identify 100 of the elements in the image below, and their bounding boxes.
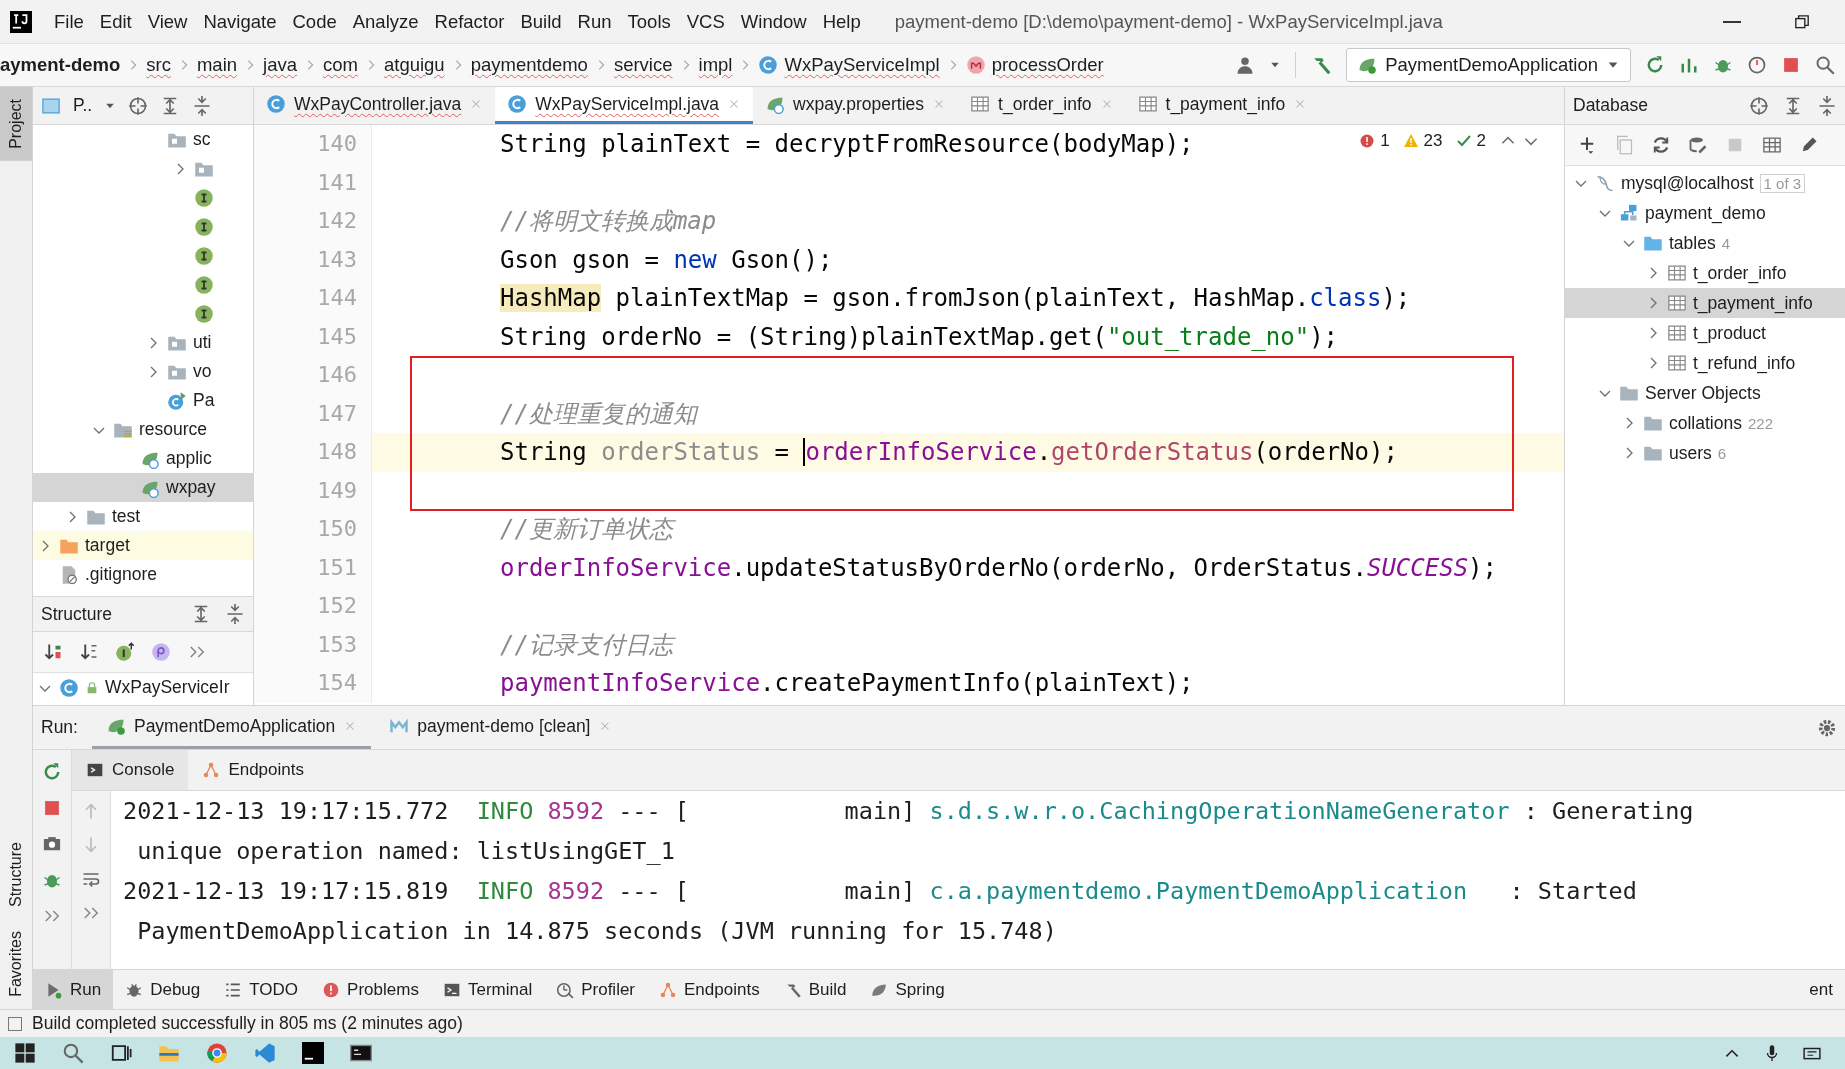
tree-item[interactable]: Server Objects xyxy=(1565,378,1845,408)
tree-item[interactable]: payment_demo xyxy=(1565,198,1845,228)
run-configuration-dropdown[interactable]: PaymentDemoApplication xyxy=(1346,48,1631,82)
collapse-all-icon[interactable] xyxy=(225,604,245,624)
tool-tab[interactable]: Profiler xyxy=(544,970,648,1009)
search-icon[interactable] xyxy=(62,1042,84,1064)
inherited-icon[interactable] xyxy=(115,642,135,662)
editor-tab[interactable]: t_payment_info xyxy=(1125,87,1320,124)
editor-tab[interactable]: t_order_info xyxy=(958,87,1126,124)
menu-item[interactable]: Navigate xyxy=(195,10,285,33)
table-icon[interactable] xyxy=(1762,135,1782,155)
menu-item[interactable]: Analyze xyxy=(344,10,427,33)
tool-tab[interactable]: TODO xyxy=(212,970,311,1009)
breadcrumb[interactable]: processOrder xyxy=(965,54,1104,76)
console-tab[interactable]: Endpoints xyxy=(188,750,318,790)
property-icon[interactable] xyxy=(151,642,171,662)
collapse-all-icon[interactable] xyxy=(192,95,213,116)
tool-tab[interactable]: Endpoints xyxy=(647,970,772,1009)
menu-item[interactable]: Tools xyxy=(619,10,679,33)
breadcrumb[interactable]: service xyxy=(613,54,673,76)
breadcrumb[interactable]: atguigu xyxy=(383,54,445,76)
item-count: 4 xyxy=(1721,234,1731,252)
app-logo-icon[interactable] xyxy=(302,1042,324,1064)
tool-tab[interactable]: Spring xyxy=(858,970,957,1009)
rerun-icon[interactable] xyxy=(1645,55,1665,75)
menu-item[interactable]: Help xyxy=(814,10,869,33)
tool-tab[interactable]: ent xyxy=(1797,970,1845,1009)
sort-alpha-icon[interactable] xyxy=(79,642,99,662)
tool-tab[interactable]: Problems xyxy=(310,970,431,1009)
breadcrumb[interactable]: main xyxy=(196,54,238,76)
tree-item[interactable]: uti xyxy=(33,328,253,357)
menu-item[interactable]: Refactor xyxy=(426,10,513,33)
tree-item[interactable]: t_refund_info xyxy=(1565,348,1845,378)
refresh-icon[interactable] xyxy=(1651,135,1671,155)
sort-icon[interactable] xyxy=(43,642,63,662)
rerun-icon[interactable] xyxy=(42,762,62,782)
tree-item[interactable]: vo xyxy=(33,357,253,386)
process-tab[interactable]: payment-demo [clean] xyxy=(375,706,627,749)
tree-item[interactable]: applic xyxy=(33,444,253,473)
tree-item[interactable]: users 6 xyxy=(1565,438,1845,468)
windows-start-icon[interactable] xyxy=(14,1042,36,1064)
breadcrumb[interactable]: java xyxy=(263,54,297,76)
tree-item[interactable]: Pa xyxy=(33,386,253,415)
menu-item[interactable]: Edit xyxy=(91,10,140,33)
task-view-icon[interactable] xyxy=(110,1042,132,1064)
database-settings-icon[interactable] xyxy=(1688,135,1708,155)
code-editor-icon[interactable] xyxy=(254,1042,276,1064)
tool-tab[interactable]: Build xyxy=(771,970,859,1009)
tree-item[interactable]: t_payment_info xyxy=(1565,288,1845,318)
browser-icon[interactable] xyxy=(206,1042,228,1064)
tool-window-tab[interactable]: Favorites xyxy=(0,919,32,1009)
console-tab[interactable]: Console xyxy=(72,750,189,790)
locate-icon[interactable] xyxy=(128,95,149,116)
line-number: 147 xyxy=(254,394,372,433)
breadcrumb[interactable]: com xyxy=(323,54,358,76)
collapse-all-icon[interactable] xyxy=(1817,95,1837,116)
locate-icon[interactable] xyxy=(1749,95,1769,116)
tool-tab[interactable]: Terminal xyxy=(430,970,545,1009)
breadcrumb[interactable]: ayment-demo xyxy=(0,54,121,76)
tree-item[interactable]: target xyxy=(33,531,253,560)
menu-item[interactable]: Run xyxy=(569,10,620,33)
tree-item[interactable]: mysql@localhost 1 of 3 xyxy=(1565,168,1845,198)
tool-tab[interactable]: Debug xyxy=(113,970,213,1009)
line-number: 143 xyxy=(254,240,372,279)
stop-icon[interactable] xyxy=(42,798,62,818)
tree-item[interactable]: tables 4 xyxy=(1565,228,1845,258)
status-toggle-icon[interactable] xyxy=(8,1016,22,1031)
stop-icon[interactable] xyxy=(1781,55,1801,75)
breadcrumb[interactable]: src xyxy=(146,54,171,76)
editor-tab[interactable]: WxPayServiceImpl.java xyxy=(495,87,754,124)
tree-item[interactable]: WxPayServiceIr xyxy=(33,673,253,702)
search-icon[interactable] xyxy=(1815,55,1835,75)
menu-item[interactable]: Window xyxy=(732,10,815,33)
tree-item[interactable]: collations 222 xyxy=(1565,408,1845,438)
menu-item[interactable]: View xyxy=(139,10,196,33)
tree-item[interactable]: t_order_info xyxy=(1565,258,1845,288)
breadcrumb[interactable]: WxPayServiceImpl xyxy=(758,54,940,76)
editor-tab[interactable]: WxPayController.java xyxy=(254,87,496,124)
editor-tab[interactable]: wxpay.properties xyxy=(753,87,959,124)
tool-window-tab[interactable]: Project xyxy=(0,87,32,161)
tree-item[interactable]: test xyxy=(33,502,253,531)
tree-item[interactable]: resource xyxy=(33,415,253,444)
breadcrumb[interactable]: impl xyxy=(698,54,733,76)
tree-item[interactable]: .gitignore xyxy=(33,560,253,589)
tool-window-tab[interactable]: Structure xyxy=(0,830,32,920)
view-selector[interactable]: P.. xyxy=(73,95,93,116)
terminal-icon[interactable] xyxy=(350,1042,372,1064)
profiler-icon[interactable] xyxy=(1747,55,1767,75)
menu-item[interactable]: File xyxy=(46,10,92,33)
tree-item[interactable]: sc xyxy=(33,125,253,154)
tree-item[interactable]: wxpay xyxy=(33,473,253,502)
table-icon xyxy=(1137,94,1158,114)
line-number: 154 xyxy=(254,664,372,703)
settings-icon[interactable] xyxy=(1817,717,1837,738)
breadcrumb[interactable]: paymentdemo xyxy=(470,54,588,76)
tree-item[interactable]: t_product xyxy=(1565,318,1845,348)
menu-item[interactable]: VCS xyxy=(678,10,733,33)
menu-item[interactable]: Code xyxy=(284,10,345,33)
tool-tab[interactable]: Run xyxy=(33,970,114,1009)
menu-item[interactable]: Build xyxy=(512,10,570,33)
